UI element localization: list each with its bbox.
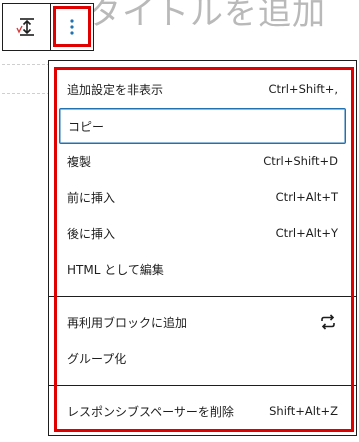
- menu-item-shortcut: Shift+Alt+Z: [269, 404, 338, 418]
- menu-item-label: コピー: [68, 119, 105, 134]
- menu-item-label: HTML として編集: [67, 262, 164, 277]
- menu-item-group[interactable]: グループ化: [59, 340, 346, 376]
- options-button[interactable]: [51, 4, 93, 50]
- block-type-button[interactable]: [3, 4, 50, 50]
- menu-item-shortcut: Ctrl+Alt+Y: [275, 226, 338, 240]
- menu-item-label: グループ化: [67, 351, 127, 366]
- menu-item-insert-before[interactable]: 前に挿入 Ctrl+Alt+T: [59, 179, 346, 215]
- menu-item-label: 複製: [67, 154, 92, 169]
- menu-item-shortcut: Ctrl+Alt+T: [275, 190, 338, 204]
- menu-item-label: 前に挿入: [67, 190, 116, 205]
- block-toolbar: [2, 3, 94, 51]
- menu-item-label: 後に挿入: [67, 226, 116, 241]
- editor-canvas: タイトルを追加 追加設定を非表示 Ctrl+Shift+, コピー 複製 Ctr…: [0, 0, 359, 442]
- reusable-block-icon: [321, 314, 335, 330]
- menu-divider: [49, 296, 356, 297]
- spacer-block-outline: [2, 64, 50, 94]
- post-title[interactable]: タイトルを追加: [88, 0, 326, 34]
- options-button-highlight: [52, 6, 91, 47]
- menu-item-hide-settings[interactable]: 追加設定を非表示 Ctrl+Shift+,: [59, 71, 346, 107]
- menu-item-duplicate[interactable]: 複製 Ctrl+Shift+D: [59, 143, 346, 179]
- menu-item-add-to-reusable[interactable]: 再利用ブロックに追加: [59, 304, 346, 340]
- menu-item-copy[interactable]: コピー: [59, 108, 346, 144]
- menu-item-insert-after[interactable]: 後に挿入 Ctrl+Alt+Y: [59, 215, 346, 251]
- menu-divider: [49, 385, 356, 386]
- menu-item-label: 再利用ブロックに追加: [67, 315, 188, 330]
- menu-item-remove-block[interactable]: レスポンシブスペーサーを削除 Shift+Alt+Z: [59, 393, 346, 429]
- menu-item-edit-as-html[interactable]: HTML として編集: [59, 251, 346, 287]
- block-options-menu: 追加設定を非表示 Ctrl+Shift+, コピー 複製 Ctrl+Shift+…: [48, 60, 357, 436]
- menu-item-shortcut: Ctrl+Shift+,: [268, 82, 338, 96]
- menu-item-label: 追加設定を非表示: [67, 82, 164, 97]
- menu-item-shortcut: Ctrl+Shift+D: [263, 154, 338, 168]
- vertical-spacing-icon: [16, 18, 35, 36]
- menu-item-label: レスポンシブスペーサーを削除: [67, 404, 234, 419]
